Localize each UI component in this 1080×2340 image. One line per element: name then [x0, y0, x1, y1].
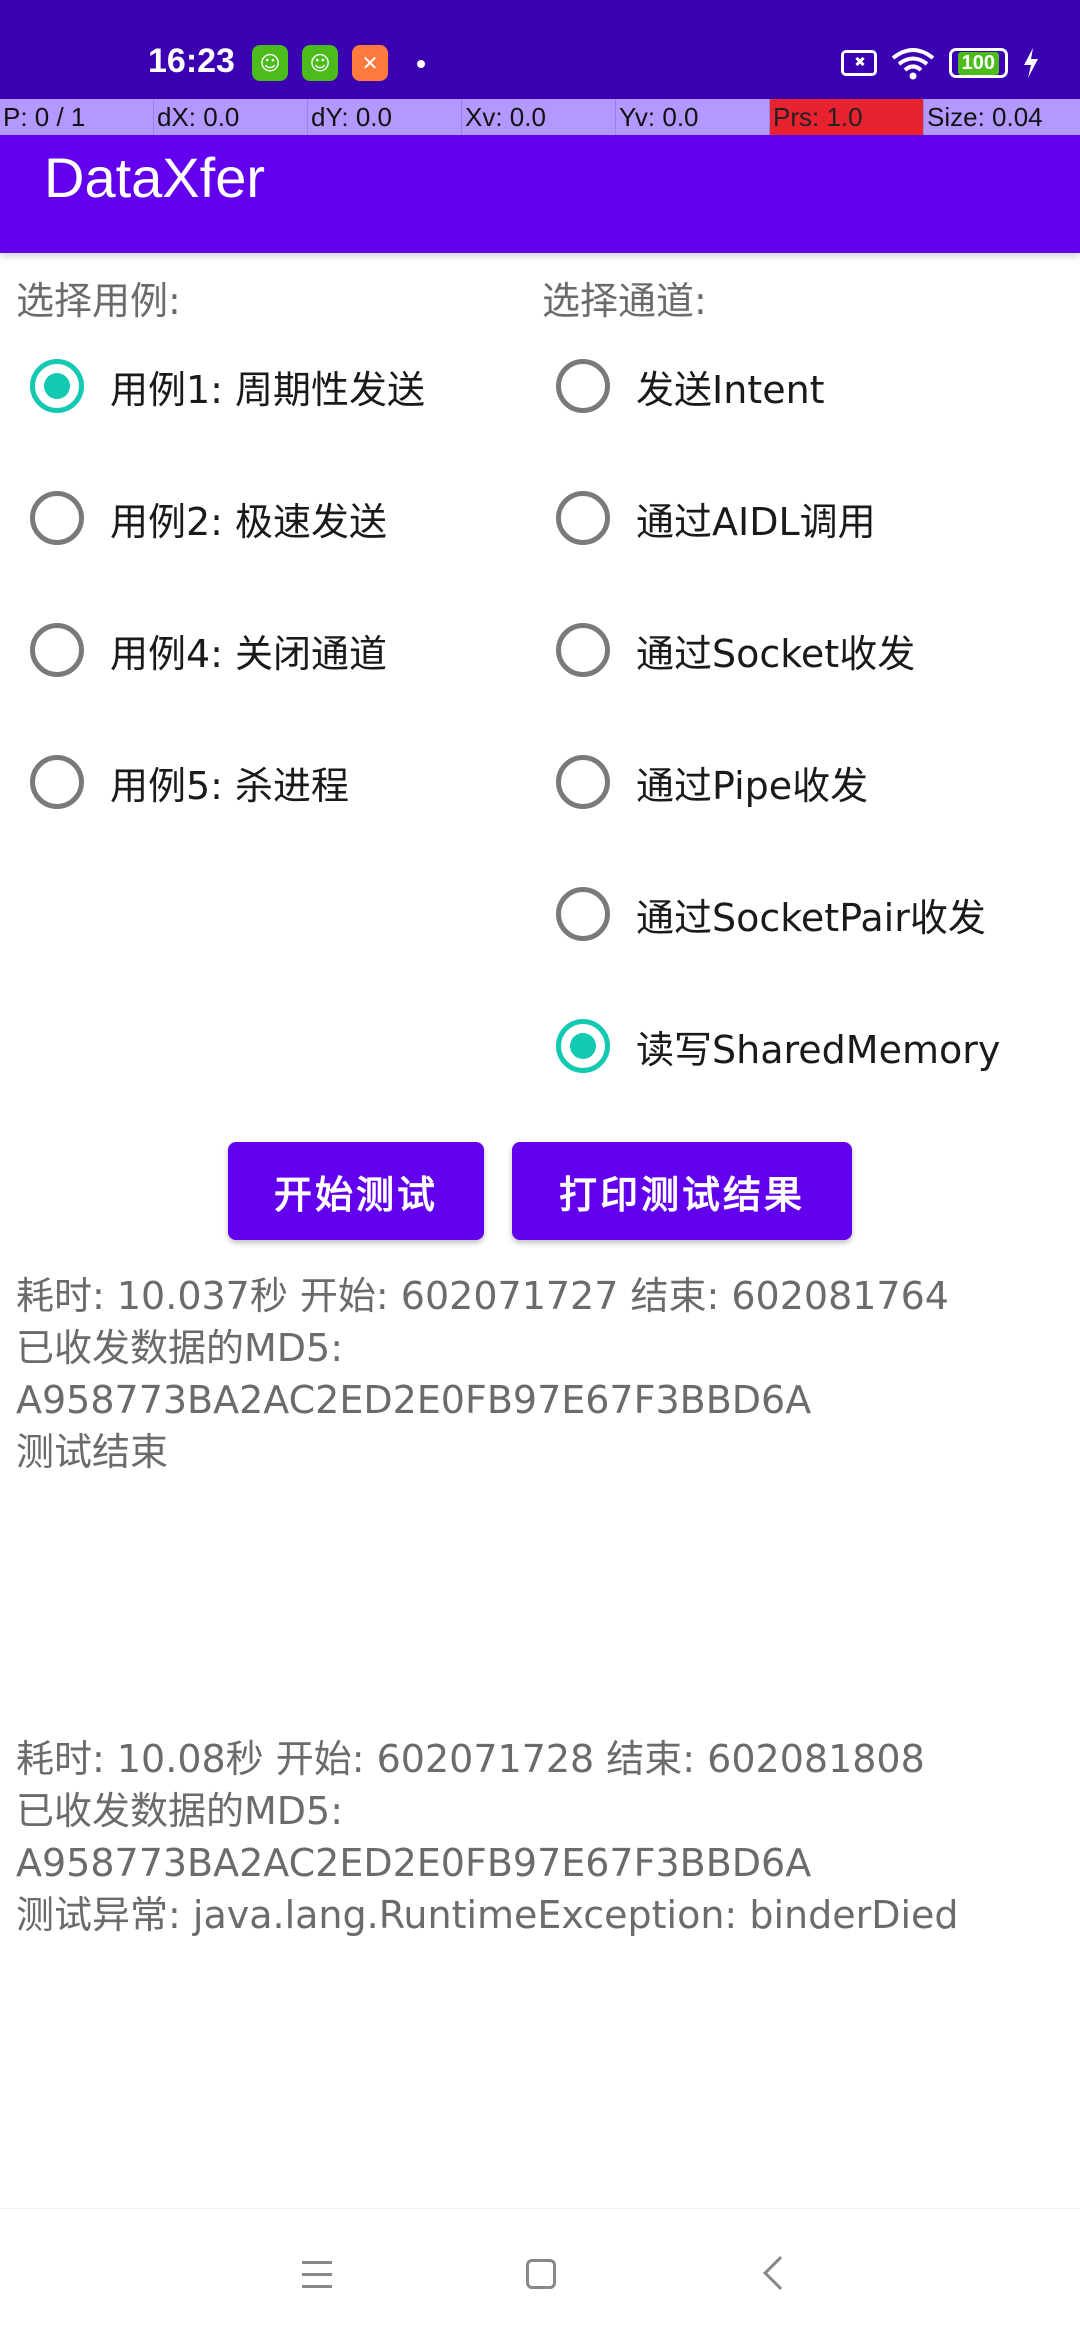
- radio-use-case-4[interactable]: 用例4: 关闭通道: [30, 610, 387, 690]
- radio-button[interactable]: [556, 755, 610, 809]
- pointer-debug-overlay: P: 0 / 1 dX: 0.0 dY: 0.0 Xv: 0.0 Yv: 0.0…: [0, 99, 1080, 135]
- radio-label: 通过Pipe收发: [636, 763, 869, 808]
- log-timing: 耗时: 10.08秒 开始: 602071728 结束: 602081808: [16, 1737, 925, 1781]
- channel-label: 选择通道:: [542, 279, 707, 323]
- status-icons: 100: [840, 46, 1040, 80]
- radio-use-case-1[interactable]: 用例1: 周期性发送: [30, 346, 425, 426]
- radio-channel-aidl[interactable]: 通过AIDL调用: [556, 478, 876, 558]
- no-sim-icon: [840, 50, 877, 76]
- back-icon[interactable]: [763, 2256, 797, 2290]
- radio-button[interactable]: [30, 491, 84, 545]
- start-test-button[interactable]: 开始测试: [228, 1142, 484, 1240]
- radio-label: 用例5: 杀进程: [110, 763, 350, 808]
- log-md5-label: 已收发数据的MD5:: [16, 1789, 344, 1833]
- android-face-icon: ☺: [302, 45, 338, 81]
- use-case-label: 选择用例:: [16, 279, 181, 323]
- log-timing: 耗时: 10.037秒 开始: 602071727 结束: 602081764: [16, 1274, 949, 1318]
- radio-button[interactable]: [556, 491, 610, 545]
- status-bar: 16:23 ☺ ☺ ✕ 100: [0, 0, 1080, 99]
- radio-channel-pipe[interactable]: 通过Pipe收发: [556, 742, 868, 822]
- radio-button[interactable]: [30, 359, 84, 413]
- radio-label: 用例4: 关闭通道: [110, 631, 388, 676]
- debug-prs: Prs: 1.0: [770, 99, 924, 135]
- battery-icon: 100: [948, 48, 1008, 78]
- xiaomi-icon: ✕: [352, 45, 388, 81]
- wifi-icon: [891, 48, 934, 80]
- radio-label: 读写SharedMemory: [636, 1027, 1001, 1072]
- result-log-2: 耗时: 10.08秒 开始: 602071728 结束: 602081808 已…: [16, 1733, 1066, 1941]
- battery-level: 100: [957, 51, 999, 75]
- radio-label: 通过SocketPair收发: [636, 895, 986, 940]
- radio-button[interactable]: [556, 359, 610, 413]
- debug-size: Size: 0.04: [927, 102, 1043, 132]
- android-face-icon: ☺: [252, 45, 288, 81]
- app-title: DataXfer: [44, 146, 265, 209]
- log-md5-value: A958773BA2AC2ED2E0FB97E67F3BBD6A: [16, 1378, 812, 1422]
- app-bar: DataXfer: [0, 135, 1080, 253]
- radio-button[interactable]: [556, 887, 610, 941]
- print-results-button[interactable]: 打印测试结果: [512, 1142, 852, 1240]
- debug-dx: dX: 0.0: [154, 99, 308, 135]
- recents-icon[interactable]: [302, 2261, 332, 2297]
- home-icon[interactable]: [526, 2259, 556, 2289]
- debug-pointers: P: 0 / 1: [0, 99, 154, 135]
- log-md5-value: A958773BA2AC2ED2E0FB97E67F3BBD6A: [16, 1841, 812, 1885]
- debug-dy: dY: 0.0: [308, 99, 462, 135]
- radio-channel-socket[interactable]: 通过Socket收发: [556, 610, 915, 690]
- radio-button[interactable]: [30, 623, 84, 677]
- radio-use-case-5[interactable]: 用例5: 杀进程: [30, 742, 349, 822]
- log-md5-label: 已收发数据的MD5:: [16, 1326, 344, 1370]
- log-status: 测试异常: java.lang.RuntimeException: binder…: [16, 1893, 959, 1937]
- debug-yv: Yv: 0.0: [616, 99, 770, 135]
- clock: 16:23: [148, 42, 235, 80]
- radio-label: 用例2: 极速发送: [110, 499, 388, 544]
- result-log-1: 耗时: 10.037秒 开始: 602071727 结束: 602081764 …: [16, 1270, 1066, 1478]
- radio-channel-intent[interactable]: 发送Intent: [556, 346, 825, 426]
- radio-button[interactable]: [556, 623, 610, 677]
- radio-channel-socketpair[interactable]: 通过SocketPair收发: [556, 874, 986, 954]
- radio-button[interactable]: [556, 1019, 610, 1073]
- radio-label: 发送Intent: [636, 367, 825, 412]
- radio-label: 通过Socket收发: [636, 631, 916, 676]
- charging-icon: [1024, 48, 1038, 78]
- radio-label: 通过AIDL调用: [636, 499, 876, 544]
- more-notifications-icon: [417, 60, 425, 68]
- radio-use-case-2[interactable]: 用例2: 极速发送: [30, 478, 387, 558]
- radio-button[interactable]: [30, 755, 84, 809]
- navigation-bar: [0, 2208, 1080, 2340]
- log-status: 测试结束: [16, 1430, 169, 1474]
- debug-xv: Xv: 0.0: [462, 99, 616, 135]
- radio-label: 用例1: 周期性发送: [110, 367, 426, 412]
- radio-channel-sharedmemory[interactable]: 读写SharedMemory: [556, 1006, 1000, 1086]
